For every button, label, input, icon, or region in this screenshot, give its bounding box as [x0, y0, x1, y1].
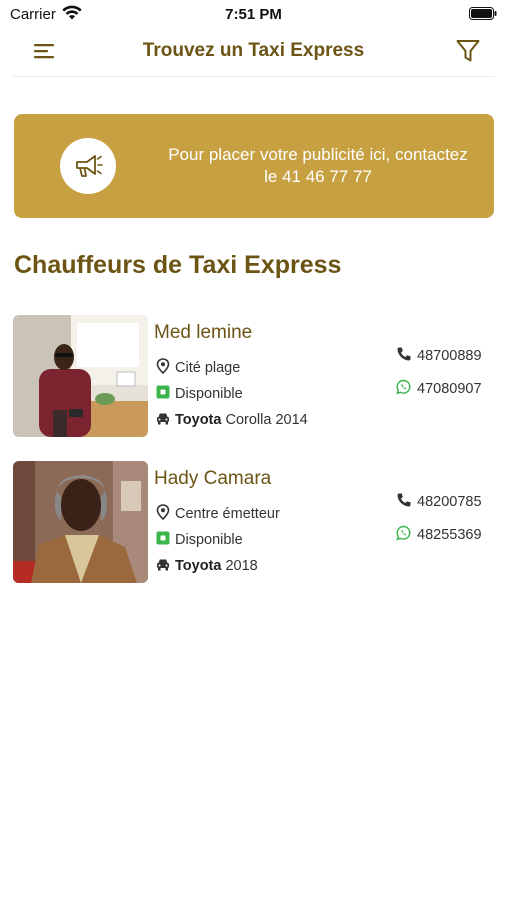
megaphone-icon — [76, 155, 103, 177]
whatsapp-number: 47080907 — [417, 381, 482, 397]
car-icon — [157, 413, 169, 425]
phone-number: 48200785 — [417, 494, 482, 510]
location-row: Cité plage — [156, 358, 240, 378]
page-title: Trouvez un Taxi Express — [142, 40, 365, 61]
app-header: Trouvez un Taxi Express — [0, 30, 507, 76]
location-row: Centre émetteur — [156, 504, 280, 524]
ad-banner[interactable]: Pour placer votre publicité ici, contact… — [14, 114, 494, 218]
ad-icon-circle — [60, 138, 116, 194]
driver-location: Cité plage — [175, 360, 241, 376]
car-model: Corolla 2014 — [225, 412, 308, 428]
location-pin-icon — [156, 358, 170, 374]
battery-icon — [469, 7, 497, 20]
section-title: Chauffeurs de Taxi Express — [14, 251, 342, 279]
location-pin-icon — [156, 504, 170, 520]
driver-name: Med lemine — [154, 322, 253, 343]
phone-icon — [397, 493, 411, 507]
driver-card[interactable]: Hady Camara Centre émetteur Disponible T… — [13, 461, 495, 585]
driver-photo — [13, 461, 148, 583]
status-row: Disponible — [156, 384, 243, 404]
car-row: Toyota 2018 — [156, 556, 258, 576]
whatsapp-link[interactable]: 47080907 — [396, 379, 482, 399]
driver-photo — [13, 315, 148, 437]
whatsapp-link[interactable]: 48255369 — [396, 525, 482, 545]
phone-number: 48700889 — [417, 348, 482, 364]
available-status-icon — [156, 531, 170, 545]
filter-icon[interactable] — [455, 38, 481, 64]
driver-name: Hady Camara — [154, 468, 272, 489]
car-brand: Toyota — [175, 412, 222, 428]
phone-link[interactable]: 48700889 — [396, 346, 482, 366]
car-row: Toyota Corolla 2014 — [156, 410, 308, 430]
phone-link[interactable]: 48200785 — [396, 492, 482, 512]
whatsapp-number: 48255369 — [417, 527, 482, 543]
driver-status: Disponible — [175, 532, 243, 548]
driver-location: Centre émetteur — [175, 506, 280, 522]
available-status-icon — [156, 385, 170, 399]
phone-icon — [397, 347, 411, 361]
status-bar: Carrier 7:51 PM — [0, 0, 507, 28]
driver-status: Disponible — [175, 386, 243, 402]
car-model: 2018 — [225, 558, 258, 574]
ad-text: Pour placer votre publicité ici, contact… — [168, 145, 468, 186]
driver-card[interactable]: Med lemine Cité plage Disponible Toyota … — [13, 315, 495, 439]
whatsapp-icon — [396, 379, 411, 395]
whatsapp-icon — [396, 525, 411, 541]
header-divider — [12, 76, 495, 77]
car-icon — [157, 559, 169, 571]
status-row: Disponible — [156, 530, 243, 550]
clock: 7:51 PM — [225, 6, 282, 23]
car-brand: Toyota — [175, 558, 222, 574]
